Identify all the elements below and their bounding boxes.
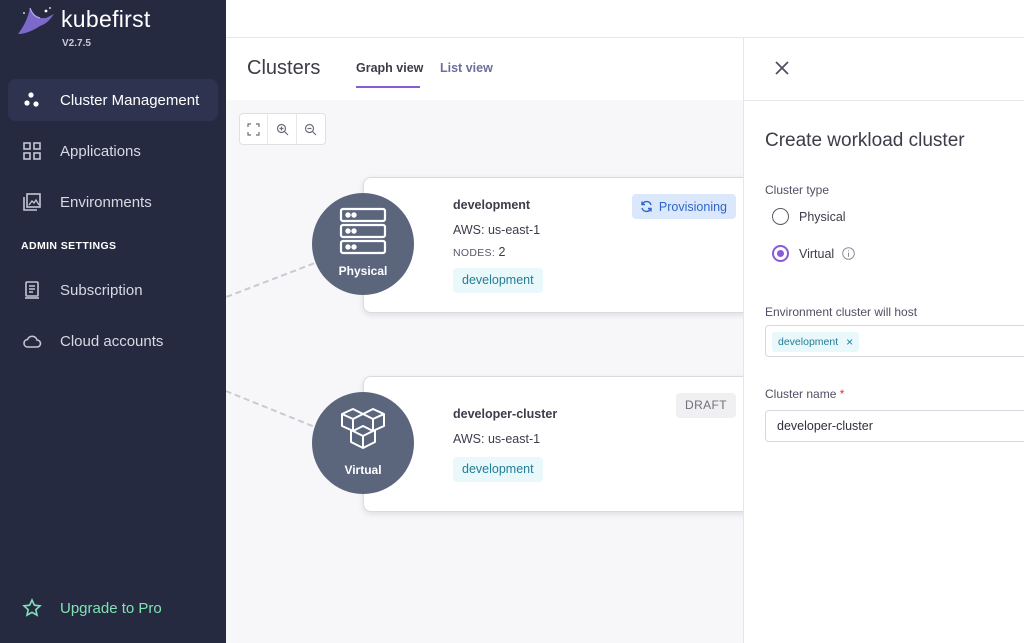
node-type-label: Virtual [344, 463, 382, 477]
zoom-out-button[interactable] [297, 114, 325, 144]
panel-title: Create workload cluster [765, 130, 965, 151]
star-icon [22, 598, 42, 618]
active-tab-indicator [356, 86, 420, 88]
zoom-in-button[interactable] [268, 114, 297, 144]
graph-edge [226, 262, 315, 298]
subscription-icon [22, 280, 42, 300]
upgrade-to-pro-link[interactable]: Upgrade to Pro [8, 587, 218, 629]
top-bar [226, 0, 1024, 38]
fullscreen-icon [247, 122, 260, 136]
chip-label: development [778, 336, 839, 348]
tab-list-view[interactable]: List view [440, 61, 493, 75]
remove-chip-icon[interactable]: × [846, 335, 853, 349]
status-badge-draft: DRAFT [676, 393, 736, 418]
cluster-provider: AWS: us-east-1 [453, 223, 541, 237]
refresh-icon [641, 200, 652, 213]
tab-graph-view[interactable]: Graph view [356, 61, 423, 75]
upgrade-label: Upgrade to Pro [60, 599, 162, 617]
sidebar-item-label: Applications [60, 142, 141, 160]
environment-tag: development [453, 268, 543, 293]
virtual-node[interactable]: Virtual [312, 392, 414, 494]
radio-label: Physical [799, 209, 846, 224]
sidebar-item-cloud-accounts[interactable]: Cloud accounts [8, 320, 218, 362]
cluster-name-value: developer-cluster [777, 419, 873, 433]
cubes-icon [341, 408, 385, 449]
panel-divider [744, 100, 1024, 101]
sidebar: kubefirst V2.7.5 Cluster Management Appl… [0, 0, 226, 643]
radio-button-checked[interactable] [772, 245, 789, 262]
page-title: Clusters [247, 57, 321, 79]
cluster-name: developer-cluster [453, 407, 558, 421]
admin-settings-heading: ADMIN SETTINGS [21, 240, 117, 252]
graph-canvas[interactable]: development Provisioning AWS: us-east-1 … [226, 100, 743, 643]
radio-button[interactable] [772, 208, 789, 225]
cluster-nodes: NODES: 2 [453, 245, 506, 259]
radio-virtual[interactable]: Virtual [772, 245, 856, 262]
close-icon[interactable] [772, 58, 792, 78]
environment-label: Environment cluster will host [765, 305, 918, 319]
brand-version: V2.7.5 [62, 38, 91, 49]
required-mark: * [839, 387, 845, 401]
nodes-label: NODES: [453, 247, 496, 259]
environment-tag: development [453, 457, 543, 482]
create-cluster-panel: Create workload cluster Cluster type Phy… [743, 38, 1024, 643]
sidebar-item-subscription[interactable]: Subscription [8, 269, 218, 311]
graph-edge [226, 390, 314, 428]
cluster-icon [22, 90, 42, 110]
cluster-name: development [453, 198, 531, 212]
cluster-name-input[interactable]: developer-cluster [765, 410, 1024, 442]
sidebar-item-label: Cloud accounts [60, 332, 164, 350]
environment-chip: development × [772, 332, 860, 352]
environments-icon [22, 192, 42, 212]
cluster-type-label: Cluster type [765, 183, 830, 197]
cluster-card-development[interactable]: development Provisioning AWS: us-east-1 … [363, 177, 743, 313]
cluster-card-developer-cluster[interactable]: developer-cluster DRAFT AWS: us-east-1 d… [363, 376, 743, 512]
zoom-in-icon [276, 123, 288, 135]
nodes-count: 2 [498, 245, 506, 259]
clusters-header: Clusters Graph view List view [226, 38, 743, 100]
sidebar-item-label: Cluster Management [60, 91, 200, 109]
radio-label: Virtual [799, 246, 835, 261]
grid-icon [22, 141, 42, 161]
cluster-name-label: Cluster name * [765, 387, 844, 401]
sidebar-item-cluster-management[interactable]: Cluster Management [8, 79, 218, 121]
server-icon [339, 207, 387, 255]
radio-physical[interactable]: Physical [772, 208, 846, 225]
sidebar-item-label: Environments [60, 193, 152, 211]
zoom-out-icon [305, 123, 317, 135]
cluster-provider: AWS: us-east-1 [453, 432, 541, 446]
status-label: Provisioning [658, 199, 727, 214]
node-type-label: Physical [338, 264, 388, 278]
physical-node[interactable]: Physical [312, 193, 414, 295]
status-badge-provisioning: Provisioning [631, 194, 736, 219]
brand-logo[interactable]: kubefirst V2.7.5 [16, 4, 150, 49]
kubefirst-logo-icon [18, 7, 54, 34]
environment-select[interactable]: development × [765, 325, 1024, 357]
zoom-controls [239, 113, 326, 145]
cluster-name-label-text: Cluster name [765, 387, 837, 401]
info-icon[interactable] [842, 247, 856, 260]
cloud-icon [22, 331, 42, 351]
sidebar-item-label: Subscription [60, 281, 143, 299]
sidebar-item-environments[interactable]: Environments [8, 181, 218, 223]
fit-view-button[interactable] [240, 114, 269, 144]
brand-name: kubefirst [61, 6, 151, 32]
sidebar-item-applications[interactable]: Applications [8, 130, 218, 172]
